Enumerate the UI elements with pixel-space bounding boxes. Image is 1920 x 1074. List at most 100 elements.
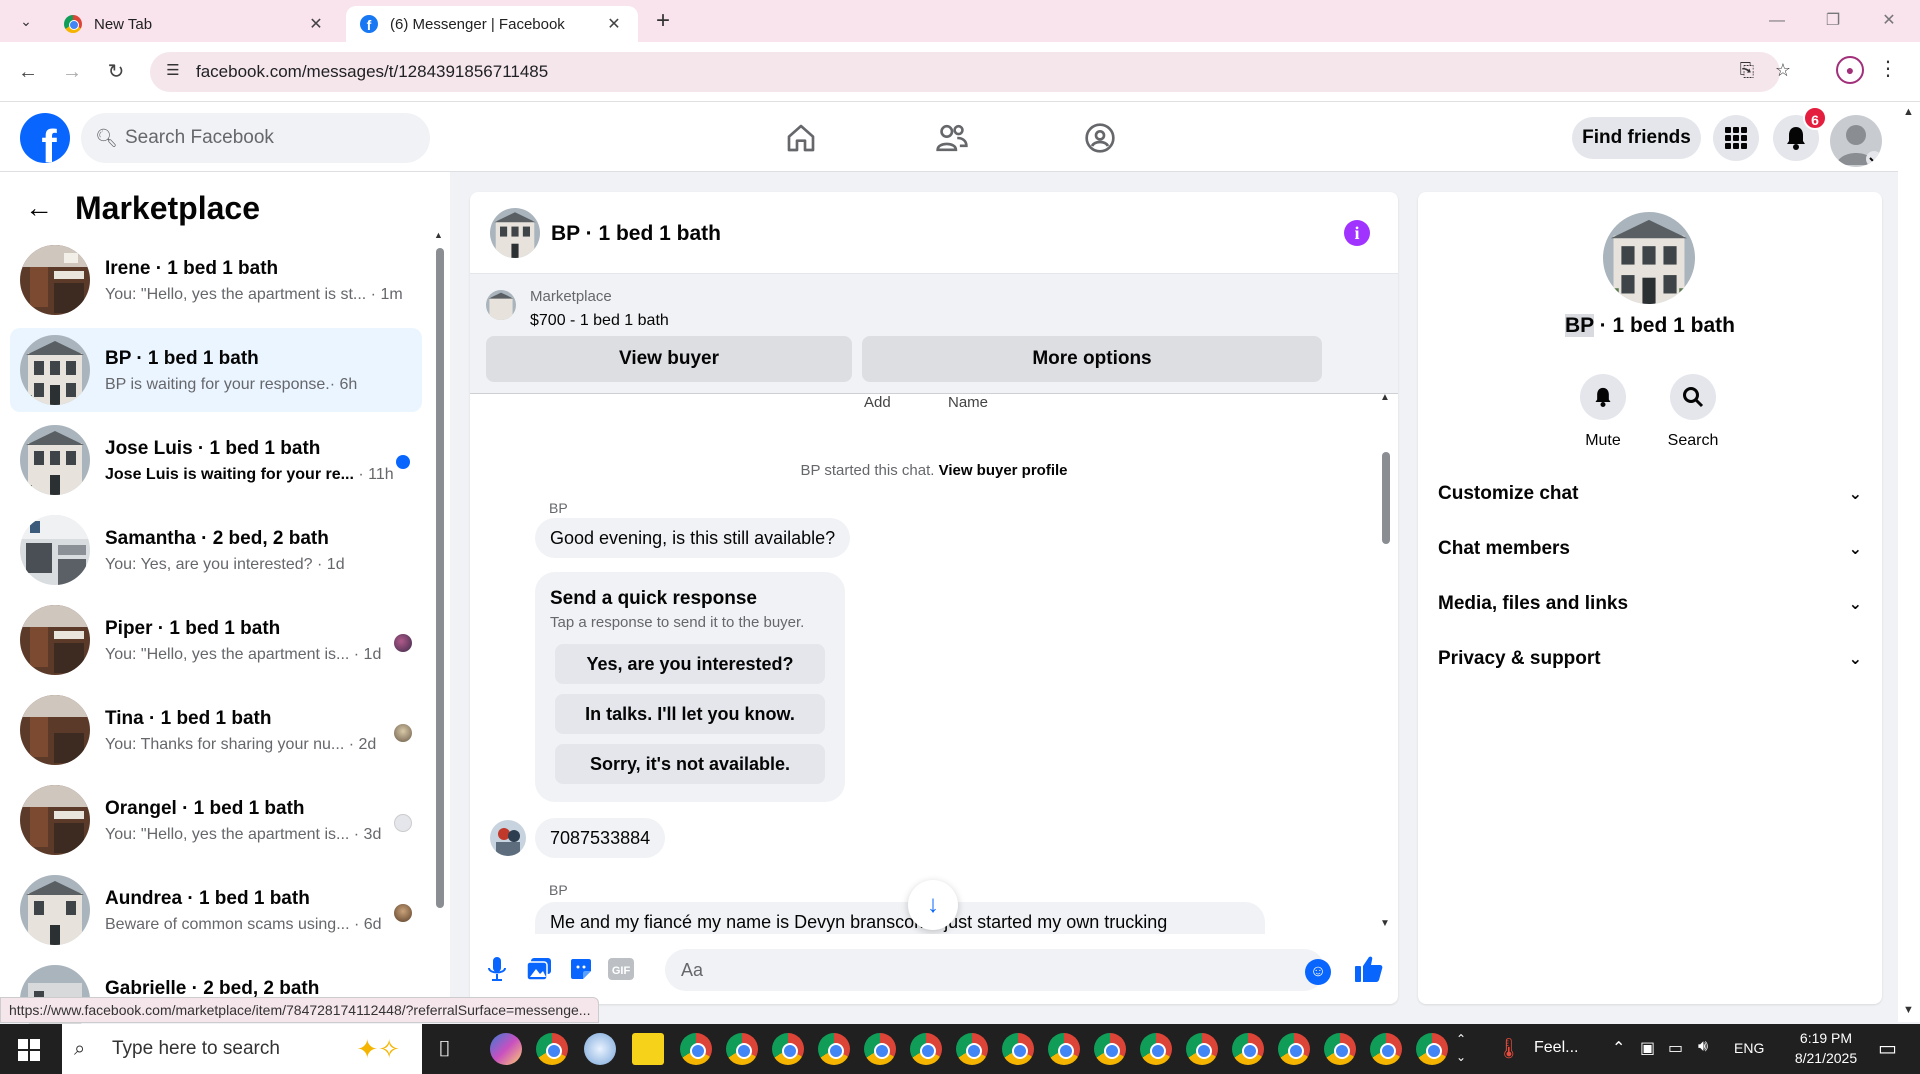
chrome-icon[interactable] [1140,1033,1172,1065]
chrome-icon[interactable] [1048,1033,1080,1065]
conversation-item[interactable]: Orangel · 1 bed 1 bath You: "Hello, yes … [10,778,422,862]
sticker-icon[interactable] [566,954,596,984]
bell-icon[interactable] [1580,374,1626,420]
forward-button[interactable]: → [56,56,88,88]
view-buyer-button[interactable]: View buyer [486,336,852,382]
copilot-icon[interactable] [490,1033,522,1065]
clock-date[interactable]: 8/21/2025 [1780,1050,1872,1066]
minimize-button[interactable]: — [1754,6,1800,36]
app-icon[interactable] [584,1033,616,1065]
message-bubble[interactable]: Me and my fiancé my name is Devyn bransc… [535,902,1265,934]
scroll-to-bottom-arrow-icon[interactable]: ↓ [908,880,958,930]
listing-mini-thumbnail[interactable] [486,290,516,320]
address-bar[interactable]: ☰ facebook.com/messages/t/12843918567114… [150,52,1791,92]
maximize-button[interactable]: ❐ [1810,6,1856,36]
conversation-item[interactable]: Jose Luis · 1 bed 1 bath Jose Luis is wa… [10,418,422,502]
tab-new-tab[interactable]: New Tab ✕ [50,6,340,42]
buyer-avatar[interactable] [490,820,526,856]
search-action[interactable]: Search [1658,374,1728,450]
conversation-item[interactable]: Samantha · 2 bed, 2 bath You: Yes, are y… [10,508,422,592]
menu-grid-icon[interactable] [1713,115,1759,161]
chrome-icon[interactable] [1232,1033,1264,1065]
chrome-icon[interactable] [956,1033,988,1065]
photo-icon[interactable] [524,954,554,984]
chevron-up-icon[interactable]: ⌃ [1612,1038,1625,1058]
groups-icon[interactable] [1080,118,1120,158]
chat-title[interactable]: BP · 1 bed 1 bath [551,222,721,246]
chrome-icon[interactable] [772,1033,804,1065]
scroll-down-arrow-icon[interactable]: ▼ [1903,1004,1914,1016]
chrome-icon[interactable] [1370,1033,1402,1065]
friends-icon[interactable] [932,118,972,158]
weather-text[interactable]: Feel... [1534,1039,1578,1057]
notifications-center-icon[interactable]: ▭ [1878,1036,1897,1061]
chrome-icon[interactable] [1186,1033,1218,1065]
chrome-icon[interactable] [818,1033,850,1065]
thumbs-up-icon[interactable] [1354,954,1384,984]
media-files-links-section[interactable]: Media, files and links ⌄ [1438,584,1862,624]
back-button[interactable]: ← [12,56,44,88]
conversation-item[interactable]: Aundrea · 1 bed 1 bath Beware of common … [10,868,422,952]
taskbar-overflow-arrows-icon[interactable]: ⌃ ⌄ [1456,1030,1466,1066]
customize-chat-section[interactable]: Customize chat ⌄ [1438,474,1862,514]
search-icon[interactable] [1670,374,1716,420]
message-input[interactable] [665,949,1325,991]
more-options-button[interactable]: More options [862,336,1322,382]
message-bubble[interactable]: Good evening, is this still available? [535,518,851,558]
mute-action[interactable]: Mute [1568,374,1638,450]
facebook-logo-icon[interactable]: f [20,113,70,163]
chrome-icon[interactable] [1002,1033,1034,1065]
chrome-icon[interactable] [680,1033,712,1065]
profile-icon[interactable]: ● [1836,56,1864,84]
reload-button[interactable]: ↻ [100,56,132,88]
scroll-down-arrow-icon[interactable]: ▼ [1380,918,1390,929]
chat-members-section[interactable]: Chat members ⌄ [1438,529,1862,569]
chrome-icon[interactable] [1094,1033,1126,1065]
facebook-search[interactable]: 🔍︎ [81,113,430,163]
volume-icon[interactable]: 🔊︎ [1698,1038,1708,1056]
page-scrollbar[interactable]: ▲ ▼ [1898,102,1920,1022]
chrome-icon[interactable] [1278,1033,1310,1065]
clock-time[interactable]: 6:19 PM [1786,1030,1866,1046]
chat-listing-thumbnail[interactable] [490,208,540,258]
gif-icon[interactable]: GIF [606,954,636,984]
bookmark-star-icon[interactable]: ☆ [1770,60,1796,86]
sticky-notes-icon[interactable] [632,1033,664,1065]
new-tab-button[interactable]: + [648,6,678,36]
windows-start-icon[interactable] [18,1039,40,1061]
device-icon[interactable]: ▣ [1640,1038,1655,1058]
close-window-button[interactable]: ✕ [1866,6,1912,36]
tab-search-dropdown-icon[interactable]: ⌄ [12,7,40,35]
install-app-icon[interactable]: ⎘ [1734,60,1760,86]
conversation-item[interactable]: Piper · 1 bed 1 bath You: "Hello, yes th… [10,598,422,682]
info-icon[interactable]: i [1344,220,1370,246]
scroll-up-arrow-icon[interactable]: ▲ [1380,392,1390,403]
chrome-icon[interactable] [1416,1033,1448,1065]
taskbar-search[interactable]: ⌕ Type here to search ✦✧ [62,1024,422,1074]
conversation-item[interactable]: Irene · 1 bed 1 bath You: "Hello, yes th… [10,238,422,322]
view-buyer-profile-link[interactable]: View buyer profile [939,462,1068,479]
chat-scrollbar[interactable]: ▲ ▼ [1380,392,1392,932]
quick-response-yes-button[interactable]: Yes, are you interested? [555,644,825,684]
chrome-icon[interactable] [864,1033,896,1065]
quick-response-talks-button[interactable]: In talks. I'll let you know. [555,694,825,734]
conversation-list-scrollbar[interactable]: ▲ [434,230,444,910]
find-friends-button[interactable]: Find friends [1572,117,1701,159]
scrollbar-thumb[interactable] [436,248,444,908]
quick-response-not-available-button[interactable]: Sorry, it's not available. [555,744,825,784]
scroll-up-arrow-icon[interactable]: ▲ [1903,106,1914,118]
microphone-icon[interactable] [482,954,512,984]
scroll-up-arrow-icon[interactable]: ▲ [434,230,443,240]
emoji-icon[interactable]: ☺ [1305,959,1331,985]
tab-messenger[interactable]: f (6) Messenger | Facebook ✕ [346,6,638,42]
site-info-icon[interactable]: ☰ [162,61,184,83]
task-view-icon[interactable]: ⌷ [438,1036,451,1062]
scrollbar-thumb[interactable] [1382,452,1390,544]
account-avatar[interactable] [1830,115,1882,167]
conversation-item[interactable]: Tina · 1 bed 1 bath You: Thanks for shar… [10,688,422,772]
message-bubble[interactable]: 7087533884 [535,818,666,858]
conversation-item-selected[interactable]: BP · 1 bed 1 bath BP is waiting for your… [10,328,422,412]
chrome-icon[interactable] [910,1033,942,1065]
chrome-icon[interactable] [726,1033,758,1065]
listing-price-title[interactable]: $700 - 1 bed 1 bath [530,312,669,330]
